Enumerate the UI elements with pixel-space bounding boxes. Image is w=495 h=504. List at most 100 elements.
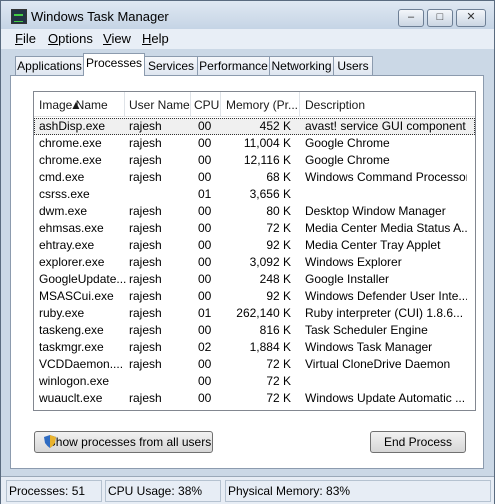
process-image-name: MSASCui.exe	[39, 289, 114, 303]
process-description: Windows Update Automatic ...	[305, 391, 466, 405]
window-title: Windows Task Manager	[31, 9, 169, 24]
process-cpu: 01	[198, 306, 212, 320]
process-user-name: rajesh	[129, 272, 162, 286]
close-button[interactable]: ✕	[456, 9, 486, 27]
process-user-name: rajesh	[129, 391, 162, 405]
table-row[interactable]: taskeng.exe rajesh 00 816 K Task Scheduler E…	[34, 322, 475, 339]
table-row[interactable]: explorer.exe rajesh 00 3,092 K Windows Explo…	[34, 254, 475, 271]
menu-help[interactable]: Help	[142, 31, 169, 46]
title-bar[interactable]: Windows Task Manager – □ ✕	[1, 1, 494, 29]
table-row[interactable]: chrome.exe rajesh 00 11,004 K Google Chrome	[34, 135, 475, 152]
process-cpu: 00	[198, 170, 212, 184]
process-memory: 72 K	[266, 391, 291, 405]
table-row[interactable]: csrss.exe 01 3,656 K	[34, 186, 475, 203]
task-manager-window: Windows Task Manager – □ ✕ File Options …	[0, 0, 495, 504]
process-description: Media Center Media Status A...	[305, 221, 467, 235]
process-memory: 92 K	[266, 289, 291, 303]
process-user-name: rajesh	[129, 255, 162, 269]
process-cpu: 00	[198, 119, 212, 133]
process-cpu: 00	[198, 255, 212, 269]
column-description[interactable]: Description	[305, 98, 365, 112]
column-cpu[interactable]: CPU	[194, 98, 219, 112]
process-memory: 3,656 K	[249, 187, 291, 201]
process-cpu: 00	[198, 153, 212, 167]
process-description: Google Chrome	[305, 136, 390, 150]
process-user-name: rajesh	[129, 119, 162, 133]
column-memory[interactable]: Memory (Pr...	[226, 98, 298, 112]
process-cpu: 00	[198, 238, 212, 252]
table-row[interactable]: MSASCui.exe rajesh 00 92 K Windows Defender …	[34, 288, 475, 305]
menu-view[interactable]: View	[103, 31, 131, 46]
process-memory: 3,092 K	[249, 255, 291, 269]
table-row[interactable]: chrome.exe rajesh 00 12,116 K Google Chrome	[34, 152, 475, 169]
process-description: Windows Defender User Inte...	[305, 289, 467, 303]
process-cpu: 00	[198, 391, 212, 405]
table-row[interactable]: winlogon.exe 00 72 K	[34, 373, 475, 390]
process-memory: 72 K	[266, 374, 291, 388]
minimize-button[interactable]: –	[398, 9, 424, 27]
process-cpu: 01	[198, 187, 212, 201]
process-cpu: 00	[198, 357, 212, 371]
tab-networking[interactable]: Networking	[269, 56, 334, 76]
process-cpu: 00	[198, 204, 212, 218]
table-row[interactable]: dwm.exe rajesh 00 80 K Desktop Window Manage…	[34, 203, 475, 220]
process-memory: 452 K	[259, 119, 291, 133]
process-description: Ruby interpreter (CUI) 1.8.6...	[305, 306, 464, 320]
process-image-name: taskeng.exe	[39, 323, 104, 337]
tab-processes[interactable]: Processes	[83, 53, 145, 76]
process-memory: 11,004 K	[243, 136, 291, 150]
table-row[interactable]: ehtray.exe rajesh 00 92 K Media Center Tray …	[34, 237, 475, 254]
column-image-name[interactable]: Image Name	[39, 98, 108, 112]
table-row[interactable]: ehmsas.exe rajesh 00 72 K Media Center Media…	[34, 220, 475, 237]
table-row[interactable]: ashDisp.exe rajesh 00 452 K avast! service G…	[34, 118, 475, 135]
process-memory: 80 K	[266, 204, 291, 218]
maximize-button[interactable]: □	[427, 9, 453, 27]
table-row[interactable]: GoogleUpdate.... rajesh 00 248 K Google Inst…	[34, 271, 475, 288]
process-image-name: chrome.exe	[39, 136, 102, 150]
process-description: Desktop Window Manager	[305, 204, 446, 218]
status-processes: Processes: 51	[6, 480, 102, 502]
process-memory: 262,140 K	[236, 306, 291, 320]
table-row[interactable]: taskmgr.exe rajesh 02 1,884 K Windows Task M…	[34, 339, 475, 356]
tab-performance[interactable]: Performance	[197, 56, 270, 76]
show-all-processes-button[interactable]: Show processes from all users	[34, 431, 213, 453]
column-user-name[interactable]: User Name	[129, 98, 190, 112]
process-memory: 68 K	[266, 170, 291, 184]
process-user-name: rajesh	[129, 340, 162, 354]
tab-users[interactable]: Users	[333, 56, 373, 76]
process-user-name: rajesh	[129, 153, 162, 167]
task-manager-icon	[11, 9, 27, 24]
process-user-name: rajesh	[129, 289, 162, 303]
tab-services[interactable]: Services	[144, 56, 198, 76]
process-image-name: ehtray.exe	[39, 238, 95, 252]
process-cpu: 00	[198, 136, 212, 150]
process-cpu: 00	[198, 221, 212, 235]
process-memory: 92 K	[266, 238, 291, 252]
table-row[interactable]: ruby.exe rajesh 01 262,140 K Ruby interprete…	[34, 305, 475, 322]
table-row[interactable]: wuauclt.exe rajesh 00 72 K Windows Update Au…	[34, 390, 475, 407]
process-image-name: cmd.exe	[39, 170, 85, 184]
process-user-name: rajesh	[129, 170, 162, 184]
end-process-button[interactable]: End Process	[370, 431, 466, 453]
process-memory: 1,884 K	[249, 340, 291, 354]
process-description: Task Scheduler Engine	[305, 323, 428, 337]
process-rows: ashDisp.exe rajesh 00 452 K avast! service G…	[34, 118, 475, 407]
process-user-name: rajesh	[129, 204, 162, 218]
process-image-name: winlogon.exe	[39, 374, 110, 388]
process-description: avast! service GUI component	[305, 119, 466, 133]
menu-bar: File Options View Help	[1, 29, 494, 49]
process-description: Virtual CloneDrive Daemon	[305, 357, 451, 371]
menu-file[interactable]: File	[15, 31, 36, 46]
table-row[interactable]: VCDDaemon.... rajesh 00 72 K Virtual CloneDr…	[34, 356, 475, 373]
process-cpu: 02	[198, 340, 212, 354]
table-row[interactable]: cmd.exe rajesh 00 68 K Windows Command Proce…	[34, 169, 475, 186]
process-image-name: wuauclt.exe	[39, 391, 103, 405]
process-cpu: 00	[198, 374, 212, 388]
process-list[interactable]: ▲ Image Name User Name CPU Memory (Pr...…	[33, 91, 476, 411]
process-image-name: GoogleUpdate....	[39, 272, 127, 286]
tab-strip: Applications Processes Services Performa…	[1, 53, 494, 76]
process-image-name: explorer.exe	[39, 255, 105, 269]
tab-applications[interactable]: Applications	[15, 56, 84, 76]
process-image-name: ruby.exe	[39, 306, 85, 320]
menu-options[interactable]: Options	[48, 31, 93, 46]
